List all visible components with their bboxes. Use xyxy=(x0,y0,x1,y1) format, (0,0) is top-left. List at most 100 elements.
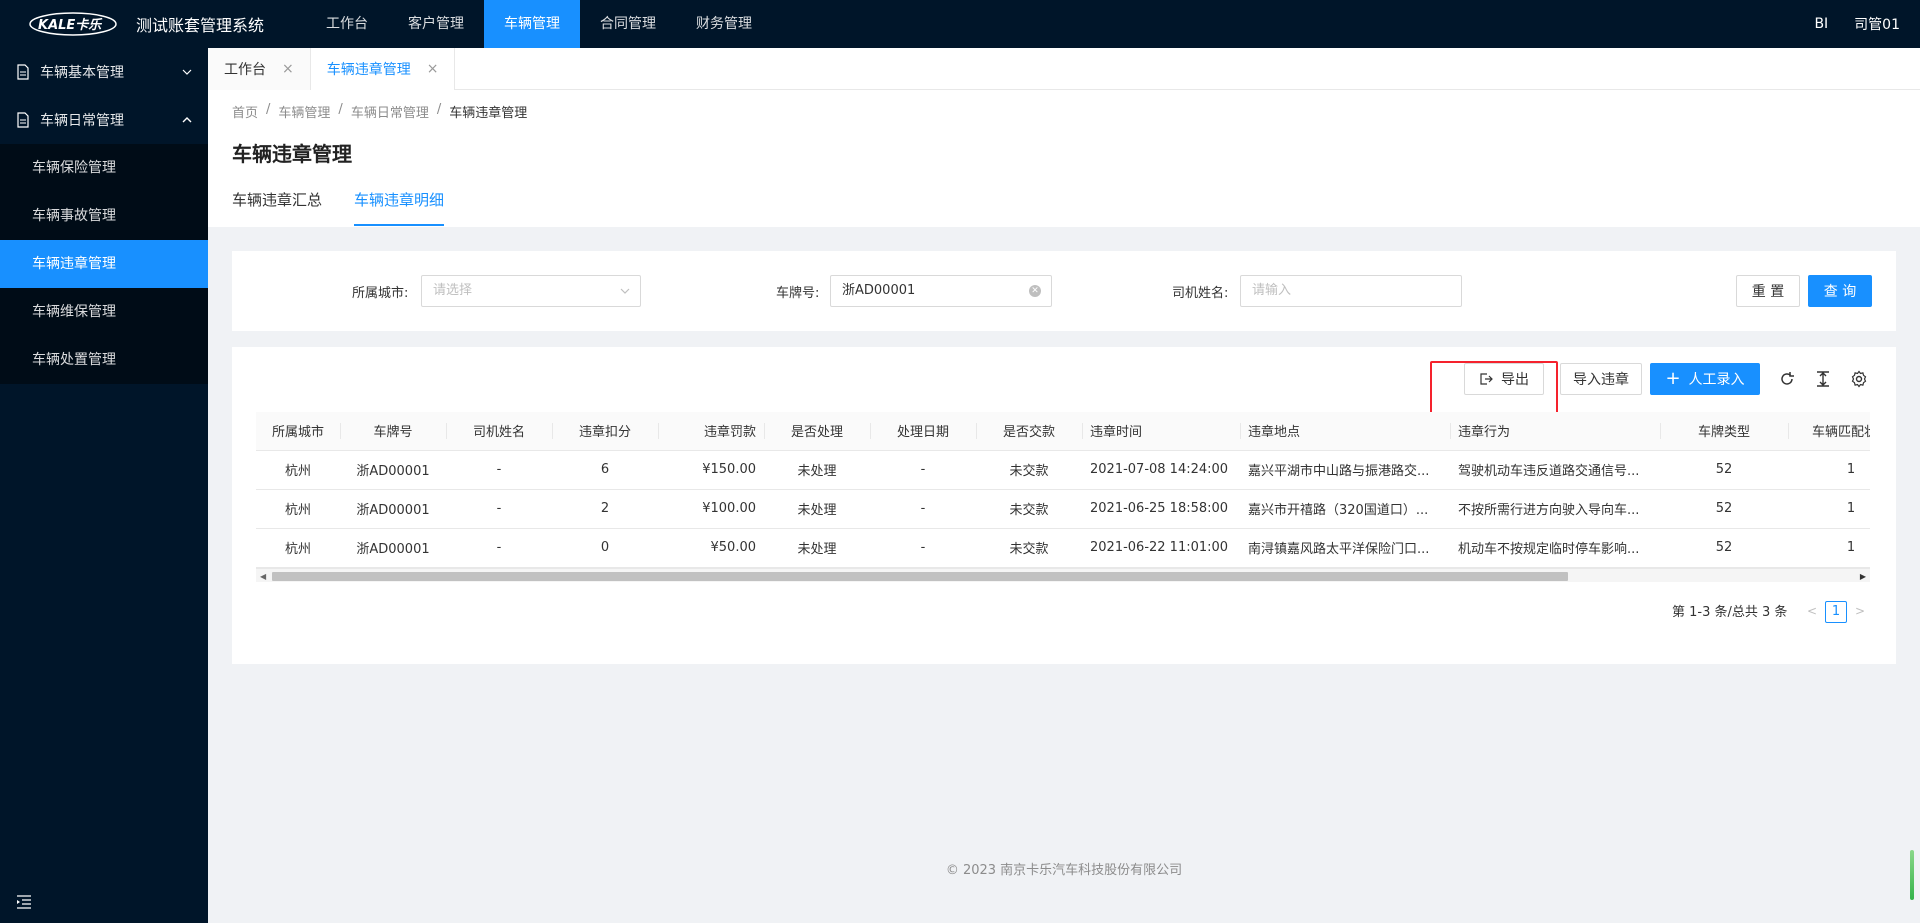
col-plate[interactable]: 车牌号 xyxy=(340,412,446,451)
plate-input[interactable]: 浙AD00001 ✕ xyxy=(830,275,1052,307)
cell-handle-date: - xyxy=(870,528,976,568)
table-row[interactable]: 杭州 浙AD00001 - 2 ¥100.00 未处理 - 未交款 2021-0… xyxy=(256,489,1870,529)
cell-driver: - xyxy=(446,450,552,490)
horizontal-scrollbar[interactable]: ◀ ▶ xyxy=(256,568,1870,582)
import-violation-button[interactable]: 导入违章 xyxy=(1560,363,1642,395)
close-icon[interactable]: × xyxy=(282,61,294,77)
brand-logo[interactable]: KALE卡乐 xyxy=(18,0,128,48)
table-row[interactable]: 杭州 浙AD00001 - 6 ¥150.00 未处理 - 未交款 2021-0… xyxy=(256,450,1870,490)
sidebar-item-disposal[interactable]: 车辆处置管理 xyxy=(0,336,208,384)
bi-link[interactable]: BI xyxy=(1814,16,1828,32)
prev-page-icon[interactable]: < xyxy=(1807,604,1817,618)
col-time[interactable]: 违章时间 xyxy=(1082,412,1240,451)
plate-value: 浙AD00001 xyxy=(842,283,916,298)
export-button[interactable]: 导出 xyxy=(1464,363,1544,395)
col-behavior[interactable]: 违章行为 xyxy=(1450,412,1660,451)
app-title: 测试账套管理系统 xyxy=(136,16,265,35)
plus-icon: + xyxy=(1665,368,1681,389)
cell-match-status: 1 xyxy=(1788,528,1870,568)
col-location[interactable]: 违章地点 xyxy=(1240,412,1450,451)
reset-button[interactable]: 重 置 xyxy=(1736,275,1800,307)
user-menu[interactable]: 司管01 xyxy=(1854,14,1900,34)
sidebar-group-label: 车辆日常管理 xyxy=(40,113,124,129)
chevron-down-icon xyxy=(620,288,630,294)
sidebar-item-maintenance[interactable]: 车辆维保管理 xyxy=(0,288,208,336)
subtab-detail[interactable]: 车辆违章明细 xyxy=(354,186,445,226)
scroll-right-icon[interactable]: ▶ xyxy=(1860,572,1866,581)
cell-paid: 未交款 xyxy=(976,450,1082,490)
sidebar-group-daily[interactable]: 车辆日常管理 xyxy=(0,96,208,144)
cell-handled: 未处理 xyxy=(764,450,870,490)
col-points[interactable]: 违章扣分 xyxy=(552,412,658,451)
cell-fine: ¥150.00 xyxy=(658,450,764,490)
col-fine[interactable]: 违章罚款 xyxy=(658,412,764,451)
column-height-icon[interactable] xyxy=(1814,370,1832,388)
cell-handle-date: - xyxy=(870,489,976,529)
sidebar-group-basic[interactable]: 车辆基本管理 xyxy=(0,48,208,96)
table-header-row: 所属城市 车牌号 司机姓名 违章扣分 违章罚款 是否处理 处理日期 是否交款 违… xyxy=(256,412,1870,451)
cell-paid: 未交款 xyxy=(976,528,1082,568)
chevron-up-icon xyxy=(182,117,192,123)
scrollbar-thumb[interactable] xyxy=(272,572,1568,581)
driver-input[interactable]: 请输入 xyxy=(1240,275,1462,307)
topnav-vehicle[interactable]: 车辆管理 xyxy=(484,0,580,48)
sidebar-group-label: 车辆基本管理 xyxy=(40,65,124,81)
topnav-customer[interactable]: 客户管理 xyxy=(388,0,484,48)
manual-entry-button[interactable]: + 人工录入 xyxy=(1650,363,1760,395)
breadcrumb-separator: / xyxy=(266,102,271,117)
page-number-current[interactable]: 1 xyxy=(1825,601,1847,623)
scroll-left-icon[interactable]: ◀ xyxy=(260,572,266,581)
query-button[interactable]: 查 询 xyxy=(1808,275,1872,307)
col-handled[interactable]: 是否处理 xyxy=(764,412,870,451)
breadcrumb-vehicle[interactable]: 车辆管理 xyxy=(278,102,330,121)
col-match-status[interactable]: 车辆匹配状态 xyxy=(1788,412,1870,451)
cell-plate: 浙AD00001 xyxy=(340,528,446,568)
tab-violation[interactable]: 车辆违章管理 × xyxy=(310,48,456,90)
document-icon xyxy=(17,112,29,128)
sidebar: 车辆基本管理 车辆日常管理 车辆保险管理 车辆事故管理 车辆违章管理 车辆维保管… xyxy=(0,48,208,923)
subtab-summary[interactable]: 车辆违章汇总 xyxy=(232,186,322,226)
cell-time: 2021-06-22 11:01:00 xyxy=(1082,528,1240,568)
col-plate-type[interactable]: 车牌类型 xyxy=(1660,412,1788,451)
svg-text:KALE卡乐: KALE卡乐 xyxy=(38,17,103,33)
manual-entry-label: 人工录入 xyxy=(1688,372,1745,388)
cell-match-status: 1 xyxy=(1788,450,1870,490)
cell-behavior: 不按所需行进方向驶入导向车... xyxy=(1450,489,1660,529)
table-row[interactable]: 杭州 浙AD00001 - 0 ¥50.00 未处理 - 未交款 2021-06… xyxy=(256,528,1870,568)
col-paid[interactable]: 是否交款 xyxy=(976,412,1082,451)
menu-fold-icon[interactable] xyxy=(16,895,32,909)
col-driver[interactable]: 司机姓名 xyxy=(446,412,552,451)
breadcrumb-separator: / xyxy=(338,102,343,117)
col-city[interactable]: 所属城市 xyxy=(256,412,340,451)
city-select[interactable]: 请选择 xyxy=(421,275,641,307)
top-nav-bar: KALE卡乐 测试账套管理系统 工作台 客户管理 车辆管理 合同管理 财务管理 … xyxy=(0,0,1920,48)
cell-plate-type: 52 xyxy=(1660,450,1788,490)
city-label: 所属城市: xyxy=(352,286,409,301)
topnav-contract[interactable]: 合同管理 xyxy=(580,0,676,48)
cell-location: 嘉兴市开禧路（320国道口）... xyxy=(1240,489,1450,529)
gear-icon[interactable] xyxy=(1850,370,1868,388)
page-header: 首页 / 车辆管理 / 车辆日常管理 / 车辆违章管理 车辆违章管理 车辆违章汇… xyxy=(208,90,1920,227)
sidebar-item-violation[interactable]: 车辆违章管理 xyxy=(0,240,208,288)
side-indicator xyxy=(1910,850,1914,900)
clear-icon[interactable]: ✕ xyxy=(1029,285,1041,297)
cell-behavior: 驾驶机动车违反道路交通信号... xyxy=(1450,450,1660,490)
cell-behavior: 机动车不按规定临时停车影响... xyxy=(1450,528,1660,568)
sidebar-item-insurance[interactable]: 车辆保险管理 xyxy=(0,144,208,192)
driver-placeholder: 请输入 xyxy=(1252,283,1292,298)
breadcrumb-daily[interactable]: 车辆日常管理 xyxy=(351,102,429,121)
sub-tabs: 车辆违章汇总 车辆违章明细 xyxy=(232,186,445,226)
topnav-workbench[interactable]: 工作台 xyxy=(306,0,388,48)
col-handle-date[interactable]: 处理日期 xyxy=(870,412,976,451)
footer-copyright: © 2023 南京卡乐汽车科技股份有限公司 xyxy=(945,863,1183,878)
reload-icon[interactable] xyxy=(1778,370,1796,388)
breadcrumb-home[interactable]: 首页 xyxy=(232,102,258,121)
topnav-finance[interactable]: 财务管理 xyxy=(676,0,772,48)
close-icon[interactable]: × xyxy=(427,61,439,77)
export-icon xyxy=(1480,373,1493,385)
tab-workbench[interactable]: 工作台 × xyxy=(208,48,311,90)
next-page-icon[interactable]: > xyxy=(1855,604,1865,618)
sidebar-item-accident[interactable]: 车辆事故管理 xyxy=(0,192,208,240)
driver-label: 司机姓名: xyxy=(1172,286,1229,301)
filter-panel: 所属城市: 请选择 车牌号: 浙AD00001 ✕ 司机姓名: 请输入 重 置 … xyxy=(232,251,1896,331)
